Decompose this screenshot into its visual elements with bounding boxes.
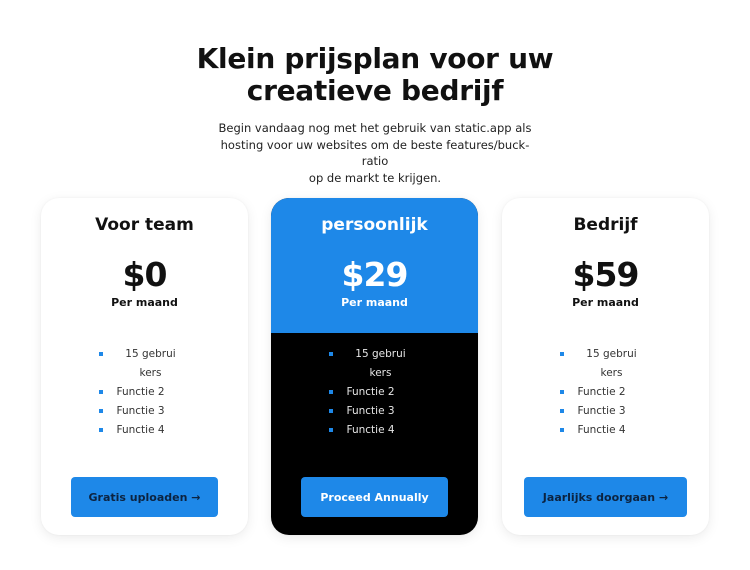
title-line-2: creatieve bedrijf bbox=[246, 74, 504, 107]
feature-item: Functie 3 bbox=[98, 402, 185, 421]
bullet-icon bbox=[98, 428, 103, 432]
plan-name: Voor team bbox=[95, 215, 194, 235]
feature-list: 15 gebruikers Functie 2 Functie 3 Functi… bbox=[502, 345, 709, 440]
bullet-icon bbox=[559, 390, 564, 394]
feature-item: Functie 3 bbox=[328, 402, 415, 421]
feature-item: Functie 4 bbox=[328, 421, 415, 440]
plan-price: $59 bbox=[572, 255, 640, 294]
bullet-icon bbox=[98, 409, 103, 413]
free-upload-button[interactable]: Gratis uploaden → bbox=[71, 477, 218, 517]
plan-period: Per maand bbox=[111, 296, 178, 309]
plan-name: persoonlijk bbox=[321, 215, 428, 235]
bullet-icon bbox=[559, 428, 564, 432]
plan-price: $29 bbox=[341, 255, 409, 294]
feature-item: Functie 3 bbox=[559, 402, 646, 421]
bullet-icon bbox=[559, 352, 564, 356]
feature-item: 15 gebruikers bbox=[328, 345, 415, 383]
bullet-icon bbox=[328, 428, 333, 432]
pricing-card-business: Bedrijf $59 Per maand 15 gebruikers Func… bbox=[502, 198, 709, 535]
page-title: Klein prijsplan voor uw creatieve bedrij… bbox=[0, 43, 750, 107]
feature-item: 15 gebruikers bbox=[98, 345, 185, 383]
subtitle-line-3: op de markt te krijgen. bbox=[308, 170, 442, 185]
pricing-card-personal: persoonlijk $29 Per maand 15 gebruikers … bbox=[271, 198, 478, 535]
feature-list: 15 gebruikers Functie 2 Functie 3 Functi… bbox=[271, 345, 478, 440]
bullet-icon bbox=[328, 390, 333, 394]
subtitle-line-1: Begin vandaag nog met het gebruik van st… bbox=[218, 121, 532, 135]
bullet-icon bbox=[98, 352, 103, 356]
feature-item: Functie 4 bbox=[559, 421, 646, 440]
plan-name: Bedrijf bbox=[573, 215, 638, 235]
bullet-icon bbox=[559, 409, 564, 413]
feature-item: Functie 2 bbox=[328, 383, 415, 402]
pricing-section: Klein prijsplan voor uw creatieve bedrij… bbox=[0, 0, 750, 570]
feature-list: 15 gebruikers Functie 2 Functie 3 Functi… bbox=[41, 345, 248, 440]
bullet-icon bbox=[98, 390, 103, 394]
feature-item: Functie 2 bbox=[559, 383, 646, 402]
proceed-annually-button[interactable]: Proceed Annually bbox=[301, 477, 448, 517]
pricing-card-team: Voor team $0 Per maand 15 gebruikers Fun… bbox=[41, 198, 248, 535]
plan-price: $0 bbox=[122, 255, 168, 294]
plan-period: Per maand bbox=[341, 296, 408, 309]
subtitle-line-2: hosting voor uw websites om de beste fea… bbox=[220, 137, 530, 169]
title-line-1: Klein prijsplan voor uw bbox=[196, 42, 554, 75]
bullet-icon bbox=[328, 409, 333, 413]
bullet-icon bbox=[328, 352, 333, 356]
feature-item: Functie 2 bbox=[98, 383, 185, 402]
page-subtitle: Begin vandaag nog met het gebruik van st… bbox=[215, 120, 535, 186]
plan-period: Per maand bbox=[572, 296, 639, 309]
feature-item: 15 gebruikers bbox=[559, 345, 646, 383]
feature-item: Functie 4 bbox=[98, 421, 185, 440]
continue-yearly-button[interactable]: Jaarlijks doorgaan → bbox=[524, 477, 687, 517]
